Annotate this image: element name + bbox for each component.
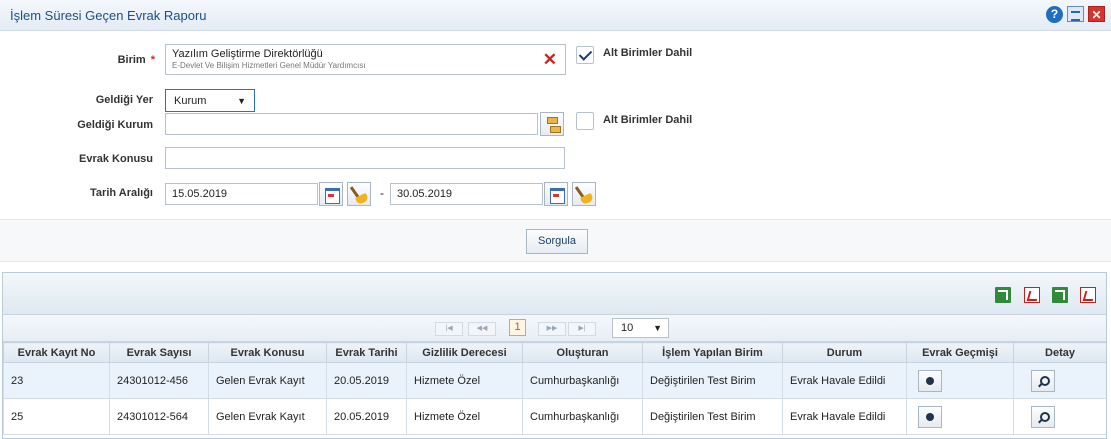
table-cell: Değiştirilen Test Birim — [642, 398, 783, 435]
titlebar-actions: ? ✕ — [1046, 6, 1105, 23]
calendar-icon[interactable] — [544, 182, 568, 206]
clear-icon[interactable]: ✕ — [543, 51, 557, 68]
column-header[interactable]: Detay — [1013, 342, 1106, 363]
evrak-konusu-label: Evrak Konusu — [79, 153, 153, 165]
help-icon[interactable]: ? — [1046, 6, 1063, 23]
table-row[interactable]: 25 24301012-564 Gelen Evrak Kayıt 20.05.… — [3, 398, 1106, 435]
page-size-select[interactable]: 10 ▼ — [612, 318, 669, 338]
geldigi-yer-label: Geldiği Yer — [95, 94, 153, 106]
geldigi-kurum-label: Geldiği Kurum — [77, 119, 153, 131]
calendar-icon[interactable] — [319, 182, 343, 206]
column-header[interactable]: Evrak Tarihi — [326, 342, 407, 363]
birim-label: Birim * — [117, 54, 155, 66]
excel-all-export-icon[interactable] — [1052, 287, 1068, 303]
birim-sub-value: E-Devlet Ve Bilişim Hizmetleri Genel Müd… — [172, 61, 366, 70]
table-cell: Değiştirilen Test Birim — [642, 362, 783, 399]
geldigi-kurum-input[interactable] — [165, 113, 538, 135]
table-cell: 24301012-456 — [109, 362, 209, 399]
history-clock-icon[interactable] — [918, 405, 942, 428]
page-size-value: 10 — [621, 322, 634, 334]
pdf-export-icon[interactable] — [1024, 287, 1040, 303]
column-header[interactable]: Evrak Geçmişi — [906, 342, 1014, 363]
column-header[interactable]: İşlem Yapılan Birim — [642, 342, 783, 363]
close-icon[interactable]: ✕ — [1088, 6, 1105, 22]
history-clock-icon[interactable] — [918, 369, 942, 392]
table-cell: Hizmete Özel — [406, 362, 523, 399]
table-header-row: Evrak Kayıt No Evrak Sayısı Evrak Konusu… — [3, 342, 1106, 363]
table-cell: Gelen Evrak Kayıt — [208, 398, 327, 435]
detail-search-icon[interactable] — [1031, 369, 1055, 392]
grid-toolbar — [3, 273, 1106, 315]
birim-sub-units-checkbox[interactable] — [576, 46, 594, 64]
sorgula-button[interactable]: Sorgula — [526, 229, 588, 254]
table-cell: Evrak Havale Edildi — [782, 398, 907, 435]
table-row[interactable]: 23 24301012-456 Gelen Evrak Kayıt 20.05.… — [3, 362, 1106, 399]
table-cell: 20.05.2019 — [326, 398, 407, 435]
column-header[interactable]: Evrak Sayısı — [109, 342, 209, 363]
evrak-konusu-input[interactable] — [165, 147, 565, 169]
required-marker: * — [150, 54, 155, 66]
table-cell: Hizmete Özel — [406, 398, 523, 435]
clear-broom-icon[interactable] — [572, 182, 596, 206]
birim-selector[interactable]: Yazılım Geliştirme Direktörlüğü E-Devlet… — [165, 44, 566, 75]
table-cell: 25 — [3, 398, 110, 435]
table-cell: 24301012-564 — [109, 398, 209, 435]
column-header[interactable]: Durum — [782, 342, 907, 363]
table-cell: Cumhurbaşkanlığı — [522, 398, 643, 435]
page-title: İşlem Süresi Geçen Evrak Raporu — [10, 8, 207, 23]
detail-cell — [1013, 362, 1106, 399]
table-cell: 23 — [3, 362, 110, 399]
table-cell: 20.05.2019 — [326, 362, 407, 399]
history-cell — [906, 398, 1014, 435]
results-grid: |◀ ◀◀ 1 ▶▶ ▶| 10 ▼ Evrak Kayıt No Evrak … — [2, 272, 1107, 439]
detail-search-icon[interactable] — [1031, 405, 1055, 428]
org-tree-icon[interactable] — [540, 112, 564, 136]
pager: |◀ ◀◀ 1 ▶▶ ▶| 10 ▼ — [3, 315, 1106, 342]
chevron-down-icon: ▼ — [237, 96, 246, 106]
start-date-input[interactable]: 15.05.2019 — [165, 183, 318, 205]
results-table: Evrak Kayıt No Evrak Sayısı Evrak Konusu… — [3, 342, 1106, 435]
column-header[interactable]: Gizlilik Derecesi — [406, 342, 523, 363]
window-export-icon[interactable] — [1067, 6, 1084, 22]
last-page-icon[interactable]: ▶| — [568, 322, 596, 336]
clear-broom-icon[interactable] — [347, 182, 371, 206]
birim-sub-units-label: Alt Birimler Dahil — [603, 47, 693, 59]
first-page-icon[interactable]: |◀ — [435, 322, 463, 336]
detail-cell — [1013, 398, 1106, 435]
table-cell: Cumhurbaşkanlığı — [522, 362, 643, 399]
column-header[interactable]: Evrak Kayıt No — [3, 342, 110, 363]
column-header[interactable]: Oluşturan — [522, 342, 643, 363]
table-cell: Gelen Evrak Kayıt — [208, 362, 327, 399]
window-titlebar: İşlem Süresi Geçen Evrak Raporu ? ✕ — [0, 0, 1111, 31]
excel-export-icon[interactable] — [995, 287, 1011, 303]
current-page[interactable]: 1 — [509, 319, 526, 336]
date-range-separator: - — [380, 186, 384, 200]
birim-value: Yazılım Geliştirme Direktörlüğü — [172, 48, 323, 60]
kurum-sub-units-checkbox[interactable] — [576, 112, 594, 130]
kurum-sub-units-label: Alt Birimler Dahil — [603, 114, 693, 126]
prev-page-icon[interactable]: ◀◀ — [468, 322, 496, 336]
table-cell: Evrak Havale Edildi — [782, 362, 907, 399]
pdf-all-export-icon[interactable] — [1080, 287, 1096, 303]
next-page-icon[interactable]: ▶▶ — [538, 322, 566, 336]
geldigi-yer-select[interactable]: Kurum ▼ — [165, 89, 255, 112]
end-date-input[interactable]: 30.05.2019 — [390, 183, 543, 205]
geldigi-yer-value: Kurum — [174, 95, 207, 107]
column-header[interactable]: Evrak Konusu — [208, 342, 327, 363]
tarih-araligi-label: Tarih Aralığı — [90, 187, 153, 199]
history-cell — [906, 362, 1014, 399]
chevron-down-icon: ▼ — [653, 323, 662, 333]
